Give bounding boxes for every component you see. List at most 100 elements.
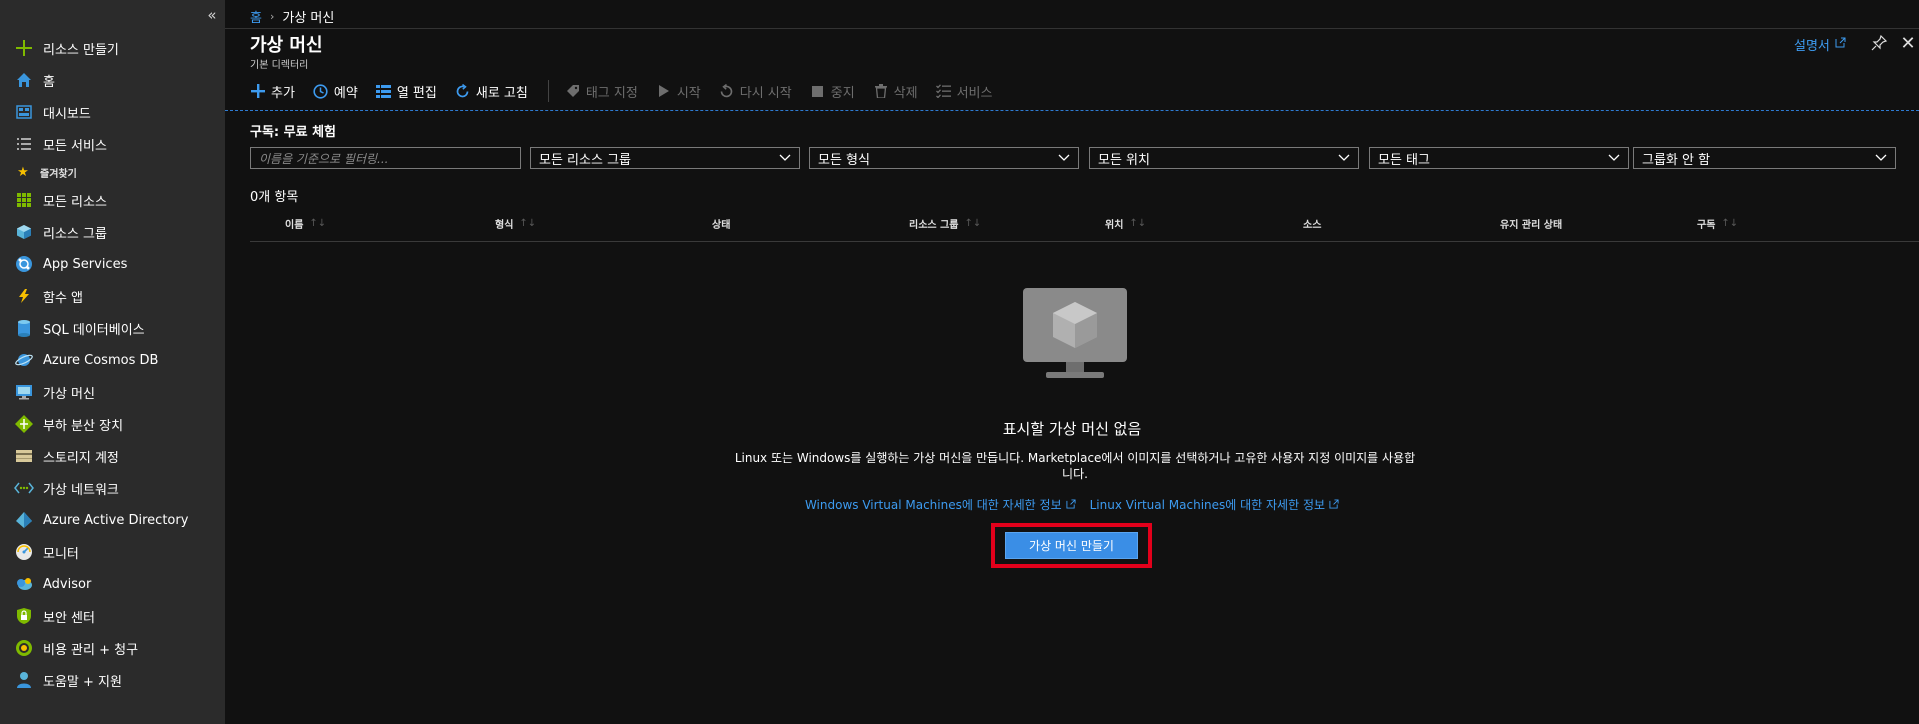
breadcrumb-home-link[interactable]: 홈	[250, 7, 262, 26]
sidebar-item-advisor[interactable]: Advisor	[0, 568, 225, 600]
sidebar-item-create-resource[interactable]: 리소스 만들기	[0, 32, 225, 64]
column-header-maintenance[interactable]: 유지 관리 상태	[1500, 216, 1562, 231]
sidebar-item-active-directory[interactable]: Azure Active Directory	[0, 504, 225, 536]
column-label: 상태	[712, 220, 731, 231]
column-label: 이름	[285, 220, 304, 231]
sql-database-icon	[14, 318, 34, 338]
sidebar-item-virtual-machine[interactable]: 가상 머신	[0, 376, 225, 408]
app-services-icon	[14, 254, 34, 274]
column-header-status[interactable]: 상태	[712, 216, 730, 231]
linux-vm-learn-more-link[interactable]: Linux Virtual Machines에 대한 자세한 정보	[1090, 496, 1339, 513]
table-header: 이름 ↑↓ 형식 ↑↓ 상태 리소스 그룹 ↑↓ 위치 ↑↓ 소스 유지 관리 …	[250, 210, 1919, 242]
sidebar-item-all-services[interactable]: 모든 서비스	[0, 128, 225, 160]
sidebar-item-function-app[interactable]: 함수 앱	[0, 280, 225, 312]
sidebar-item-storage-account[interactable]: 스토리지 계정	[0, 440, 225, 472]
refresh-icon	[455, 83, 471, 99]
grouping-filter[interactable]: 그룹화 안 함	[1633, 147, 1896, 169]
sidebar-item-virtual-network[interactable]: 가상 네트워크	[0, 472, 225, 504]
sidebar-item-label: 가상 네트워크	[43, 482, 119, 498]
sidebar-item-label: Advisor	[43, 576, 92, 592]
column-header-resource-group[interactable]: 리소스 그룹 ↑↓	[909, 216, 981, 231]
sidebar-item-label: 보안 센터	[43, 610, 95, 626]
restart-icon	[719, 83, 735, 99]
play-icon	[656, 83, 672, 99]
refresh-button[interactable]: 새로 고침	[455, 77, 546, 105]
create-vm-button[interactable]: 가상 머신 만들기	[1005, 532, 1138, 559]
sidebar-item-label: 모든 리소스	[43, 194, 107, 210]
active-directory-icon	[14, 510, 34, 530]
sidebar-item-label: 도움말 + 지원	[43, 674, 122, 690]
sidebar: « 리소스 만들기 홈 대시보드 모든 서비스 ★ 즐겨찾기 모든 리소스 리소…	[0, 0, 225, 724]
close-icon[interactable]: ✕	[1898, 34, 1918, 54]
type-filter[interactable]: 모든 형식	[809, 147, 1079, 169]
monitor-icon	[14, 542, 34, 562]
sidebar-item-cost-management[interactable]: 비용 관리 + 청구	[0, 632, 225, 664]
sidebar-item-label: 가상 머신	[43, 386, 95, 402]
sidebar-item-resource-groups[interactable]: 리소스 그룹	[0, 216, 225, 248]
sidebar-item-monitor[interactable]: 모니터	[0, 536, 225, 568]
stop-button[interactable]: 중지	[810, 77, 873, 105]
sidebar-item-label: 리소스 그룹	[43, 226, 107, 242]
breadcrumb-current: 가상 머신	[282, 11, 335, 26]
column-header-type[interactable]: 형식 ↑↓	[495, 216, 536, 231]
schedule-button[interactable]: 예약	[313, 77, 376, 105]
favorites-header: ★ 즐겨찾기	[0, 160, 225, 184]
storage-account-icon	[14, 446, 34, 466]
tag-button[interactable]: 태그 지정	[565, 77, 656, 105]
column-header-name[interactable]: 이름 ↑↓	[285, 216, 326, 231]
chevron-right-icon: ›	[269, 10, 275, 23]
add-button[interactable]: 추가	[250, 77, 313, 105]
tags-filter[interactable]: 모든 태그	[1369, 147, 1629, 169]
sidebar-item-label: 모니터	[43, 546, 79, 562]
sidebar-item-dashboard[interactable]: 대시보드	[0, 96, 225, 128]
refresh-label: 새로 고침	[475, 85, 528, 101]
sidebar-item-home[interactable]: 홈	[0, 64, 225, 96]
windows-vm-learn-more-link[interactable]: Windows Virtual Machines에 대한 자세한 정보	[805, 496, 1076, 513]
learn-more-links: Windows Virtual Machines에 대한 자세한 정보 Linu…	[225, 496, 1919, 513]
divider	[225, 28, 1919, 29]
create-vm-highlight: 가상 머신 만들기	[991, 523, 1152, 568]
sidebar-item-sql-database[interactable]: SQL 데이터베이스	[0, 312, 225, 344]
services-button[interactable]: 서비스	[936, 77, 1011, 105]
sort-icon: ↑↓	[1721, 218, 1739, 229]
chevron-down-icon	[779, 151, 791, 167]
advisor-icon	[14, 574, 34, 594]
tag-icon	[565, 83, 581, 99]
column-header-location[interactable]: 위치 ↑↓	[1105, 216, 1146, 231]
virtual-machine-icon	[14, 382, 34, 402]
delete-button[interactable]: 삭제	[873, 77, 936, 105]
name-filter-input[interactable]: 이름을 기준으로 필터링...	[250, 147, 521, 169]
schedule-label: 예약	[333, 85, 358, 101]
sidebar-item-label: Azure Cosmos DB	[43, 352, 159, 368]
sidebar-item-all-resources[interactable]: 모든 리소스	[0, 184, 225, 216]
item-count: 0개 항목	[250, 190, 299, 205]
resource-group-filter[interactable]: 모든 리소스 그룹	[530, 147, 800, 169]
external-link-icon	[1835, 37, 1846, 52]
sidebar-item-help-support[interactable]: 도움말 + 지원	[0, 664, 225, 696]
sidebar-item-label: 대시보드	[43, 106, 91, 122]
location-filter-value: 모든 위치	[1098, 152, 1150, 168]
virtual-network-icon	[14, 478, 34, 498]
sidebar-item-load-balancer[interactable]: 부하 분산 장치	[0, 408, 225, 440]
sort-icon: ↑↓	[964, 218, 982, 229]
favorites-label: 즐겨찾기	[40, 168, 77, 180]
column-header-subscription[interactable]: 구독 ↑↓	[1697, 216, 1738, 231]
start-button[interactable]: 시작	[656, 77, 719, 105]
sidebar-item-cosmos-db[interactable]: Azure Cosmos DB	[0, 344, 225, 376]
edit-columns-button[interactable]: 열 편집	[376, 77, 455, 105]
location-filter[interactable]: 모든 위치	[1089, 147, 1359, 169]
docs-link[interactable]: 설명서	[1794, 35, 1846, 54]
toolbar-divider	[547, 80, 549, 102]
restart-button[interactable]: 다시 시작	[719, 77, 810, 105]
sidebar-item-app-services[interactable]: App Services	[0, 248, 225, 280]
dashboard-icon	[14, 102, 34, 122]
link-label: Linux Virtual Machines에 대한 자세한 정보	[1089, 498, 1326, 512]
cost-management-icon	[14, 638, 34, 658]
column-header-source[interactable]: 소스	[1303, 216, 1321, 231]
start-label: 시작	[676, 85, 701, 101]
pin-icon[interactable]	[1870, 34, 1890, 54]
chevron-down-icon	[1875, 151, 1887, 167]
sidebar-item-security-center[interactable]: 보안 센터	[0, 600, 225, 632]
all-resources-icon	[14, 190, 34, 210]
collapse-sidebar-button[interactable]: «	[204, 6, 220, 24]
